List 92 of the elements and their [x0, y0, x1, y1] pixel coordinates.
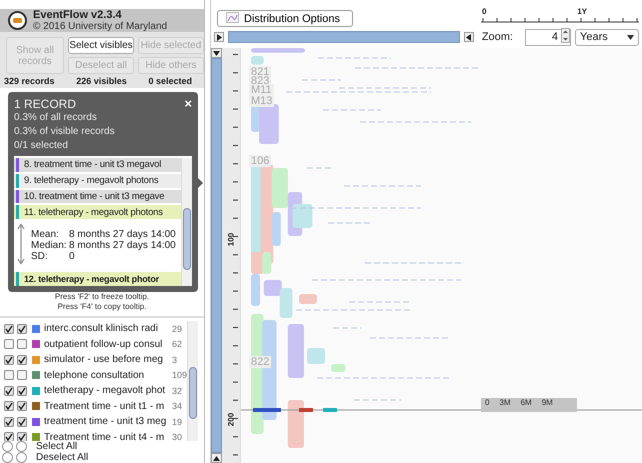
checkbox[interactable] [4, 401, 14, 412]
radio-button[interactable] [2, 441, 13, 452]
scrollbar[interactable] [187, 321, 198, 441]
event-count: 30 [172, 432, 182, 441]
event-label: 9. teletherapy - megavolt photons [24, 175, 158, 186]
event-label: 11. teletherapy - megavolt photons [24, 206, 163, 218]
stat-label: SD: [31, 251, 49, 262]
chart-icon [226, 12, 239, 26]
hint-text: Press 'F4' to copy tooltip. [56, 302, 148, 312]
event-count: 29 [172, 324, 182, 334]
axis-label: 0 [485, 398, 490, 409]
back-button[interactable] [464, 32, 474, 42]
checkbox[interactable] [17, 370, 27, 380]
record-group-label: 822 [249, 356, 272, 368]
checkbox[interactable] [17, 432, 27, 441]
record-group-label: M11 [249, 84, 274, 96]
stat-label: Median: [31, 240, 68, 252]
checkbox[interactable] [17, 339, 27, 350]
radio-button[interactable] [2, 452, 13, 463]
stat-value: 8 months 27 days 14:00 [69, 240, 176, 252]
unit-dropdown[interactable]: Years [575, 28, 639, 46]
event-label: 12. teletherapy - megavolt photor [24, 274, 159, 284]
event-row[interactable]: 9. teletherapy - megavolt photons [14, 174, 181, 188]
checkbox[interactable] [17, 416, 27, 427]
tooltip-text: 0/1 selected [14, 139, 69, 153]
event-type-label: simulator - use before meg [44, 354, 164, 366]
radio-button[interactable] [16, 452, 27, 463]
event-row[interactable]: 10. treatment time - unit t3 megave [14, 190, 181, 204]
stat-value: 8 months 27 days 14:00 [69, 229, 176, 240]
event-type-label: treatment time - unit t3 meg [44, 416, 168, 428]
checkbox[interactable] [4, 432, 14, 441]
event-type-label: Treatment time - unit t1 - m [44, 400, 166, 412]
copyright-text: © 2016 University of Maryland [33, 21, 168, 32]
event-label: 10. treatment time - unit t3 megave [24, 190, 164, 202]
scroll-up-button[interactable] [211, 453, 222, 463]
stat-value: 0 [69, 251, 75, 262]
event-type-label: outpatient follow-up consul [44, 338, 164, 350]
record-count: 226 visibles [76, 76, 127, 86]
checkbox[interactable] [4, 354, 14, 365]
close-button[interactable]: × [184, 98, 192, 110]
record-count: 329 records [4, 76, 55, 86]
checkbox[interactable] [4, 324, 14, 334]
event-type-label: teletherapy - megavolt phot [44, 385, 166, 396]
play-button[interactable] [214, 32, 224, 42]
tooltip-text: 0.3% of all records [14, 111, 98, 125]
axis-label: 1Y [577, 7, 587, 16]
distribution-options-button[interactable]: Distribution Options [217, 10, 353, 27]
hint-text: Press 'F2' to freeze tooltip. [54, 292, 150, 302]
record-group-label: 106 [249, 155, 272, 167]
record-group-label: M13 [249, 95, 274, 107]
checkbox[interactable] [17, 324, 27, 334]
checkbox[interactable] [4, 339, 14, 350]
checkbox[interactable] [4, 386, 14, 396]
ruler-label: 100 [226, 232, 236, 248]
tooltip-title: 1 RECORD [14, 97, 76, 111]
checkbox[interactable] [4, 416, 14, 427]
scrollbar[interactable] [181, 158, 192, 286]
checkbox[interactable] [17, 354, 27, 365]
event-count: 109 [172, 370, 187, 380]
bulk-action-label: Select All [36, 441, 78, 452]
zoom-label: Zoom: [482, 31, 513, 43]
event-label: 8. treatment time - unit t3 megavol [24, 159, 162, 170]
event-count: 62 [172, 339, 182, 350]
event-count: 3 [172, 354, 178, 365]
record-action-button[interactable]: Select visibles [68, 37, 134, 54]
axis-label: 9M [542, 398, 553, 409]
bulk-action-label: Deselect All [36, 452, 88, 463]
radio-button[interactable] [16, 441, 27, 452]
event-type-label: Treatment time - unit t4 - m [44, 432, 166, 441]
event-row[interactable]: 8. treatment time - unit t3 megavol [14, 158, 181, 172]
tooltip-text: 0.3% of visible records [14, 125, 116, 139]
record-count: 0 selected [148, 76, 192, 86]
axis-label: 0 [482, 7, 486, 16]
axis-label: 6M [520, 398, 532, 409]
scroll-down-button[interactable] [211, 48, 222, 58]
stat-label: Mean: [31, 229, 60, 240]
checkbox[interactable] [17, 386, 27, 396]
splitter-handle[interactable] [0, 316, 204, 318]
axis-label: 3M [499, 398, 511, 409]
zoom-spinner[interactable]: 4 [525, 28, 571, 46]
event-count: 19 [172, 416, 182, 427]
checkbox[interactable] [4, 370, 14, 380]
checkbox[interactable] [17, 401, 27, 412]
event-type-label: telephone consultation [44, 370, 146, 381]
event-count: 34 [172, 401, 182, 412]
event-row[interactable]: 11. teletherapy - megavolt photons [14, 205, 181, 220]
event-type-label: interc.consult klinisch radi [44, 323, 159, 334]
ruler-label: 200 [226, 412, 236, 428]
logo-icon [8, 11, 27, 30]
event-row[interactable]: 12. teletherapy - megavolt photor [14, 272, 181, 286]
event-count: 32 [172, 386, 182, 396]
app-title: EventFlow v2.3.4 [33, 9, 123, 21]
